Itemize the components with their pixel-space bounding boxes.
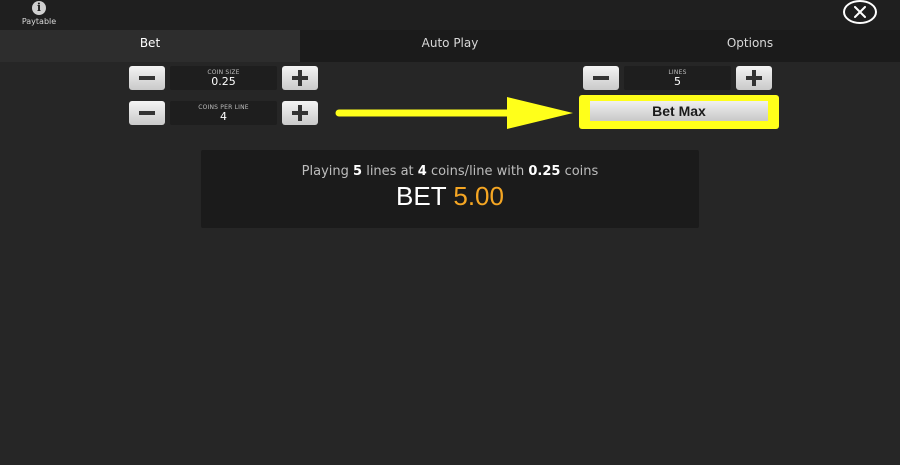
plus-icon <box>292 70 308 86</box>
summary-mid1: lines at <box>362 164 418 179</box>
tab-options[interactable]: Options <box>600 30 900 62</box>
coin-size-decrease-button[interactable] <box>129 66 165 90</box>
tab-bet[interactable]: Bet <box>0 30 300 62</box>
coin-size-increase-button[interactable] <box>282 66 318 90</box>
bet-summary-text: Playing 5 lines at 4 coins/line with 0.2… <box>201 164 699 179</box>
minus-icon <box>593 76 609 80</box>
coins-per-line-decrease-button[interactable] <box>129 101 165 125</box>
close-icon <box>854 6 866 18</box>
bet-summary-panel: Playing 5 lines at 4 coins/line with 0.2… <box>201 150 699 228</box>
summary-coins: 4 <box>417 164 427 179</box>
lines-value: 5 <box>674 75 681 88</box>
close-button[interactable] <box>843 0 877 24</box>
plus-icon <box>746 70 762 86</box>
bet-amount: 5.00 <box>453 181 504 211</box>
summary-pre: Playing <box>301 164 354 179</box>
minus-icon <box>139 111 155 115</box>
paytable-label: Paytable <box>21 17 57 26</box>
plus-icon <box>292 105 308 121</box>
minus-icon <box>139 76 155 80</box>
summary-lines: 5 <box>353 164 363 179</box>
summary-coin-size: 0.25 <box>528 164 561 179</box>
summary-post: coins <box>560 164 599 179</box>
lines-decrease-button[interactable] <box>583 66 619 90</box>
lines-field: LINES 5 <box>624 66 731 90</box>
bet-total: BET 5.00 <box>201 181 699 212</box>
lines-increase-button[interactable] <box>736 66 772 90</box>
paytable-button[interactable]: i Paytable <box>14 1 64 29</box>
coins-per-line-value: 4 <box>220 110 227 123</box>
tab-auto-play[interactable]: Auto Play <box>300 30 600 62</box>
coin-size-field: COIN SIZE 0.25 <box>170 66 277 90</box>
arrow-icon <box>335 97 573 129</box>
tab-bar: Bet Auto Play Options <box>0 30 900 62</box>
bet-label: BET <box>396 181 454 211</box>
coins-per-line-increase-button[interactable] <box>282 101 318 125</box>
bet-max-button[interactable]: Bet Max <box>590 101 768 121</box>
summary-mid2: coins/line with <box>426 164 529 179</box>
top-bar: i Paytable <box>0 0 900 30</box>
coins-per-line-field: COINS PER LINE 4 <box>170 101 277 125</box>
coin-size-value: 0.25 <box>211 75 236 88</box>
info-icon: i <box>32 1 46 15</box>
